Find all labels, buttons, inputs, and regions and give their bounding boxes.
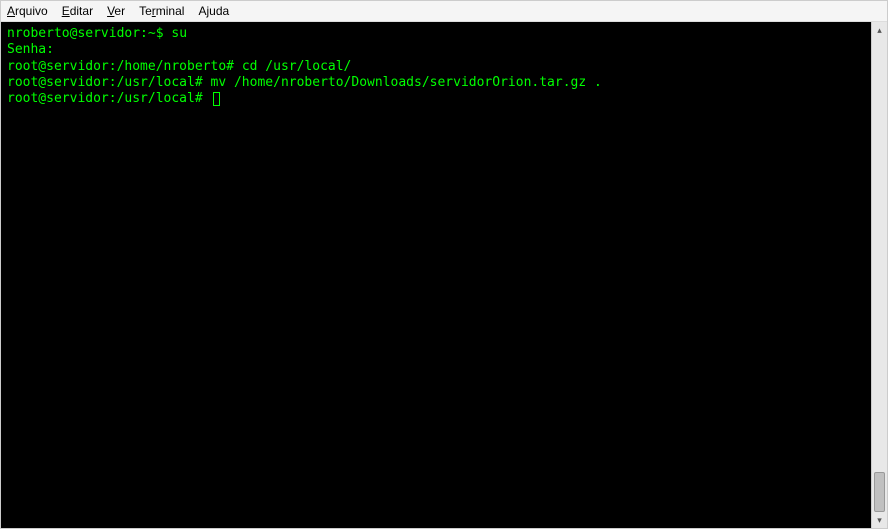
scroll-down-icon[interactable]: ▾ <box>874 514 886 526</box>
menu-terminal[interactable]: Terminal <box>139 4 184 18</box>
prompt: Senha: <box>7 42 54 57</box>
menu-label: rquivo <box>15 4 48 18</box>
scroll-thumb[interactable] <box>874 472 885 512</box>
prompt: root@servidor:/usr/local# <box>7 75 211 90</box>
menu-hotkey: A <box>7 4 15 18</box>
command: cd /usr/local/ <box>242 59 352 74</box>
scroll-track[interactable] <box>872 36 887 514</box>
terminal-line: root@servidor:/usr/local# <box>7 91 865 107</box>
menu-hotkey: E <box>62 4 70 18</box>
prompt: nroberto@servidor:~$ <box>7 26 171 41</box>
menu-label: ditar <box>70 4 93 18</box>
menu-label: er <box>114 4 125 18</box>
menu-label-post: minal <box>156 4 185 18</box>
terminal-line: nroberto@servidor:~$ su <box>7 26 865 42</box>
terminal-line: root@servidor:/usr/local# mv /home/nrobe… <box>7 75 865 91</box>
menu-arquivo[interactable]: Arquivo <box>7 4 48 18</box>
cursor-icon <box>213 92 220 106</box>
menu-ver[interactable]: Ver <box>107 4 125 18</box>
scroll-up-icon[interactable]: ▴ <box>874 24 886 36</box>
menu-label-pre: Te <box>139 4 152 18</box>
menu-ajuda[interactable]: Ajuda <box>198 4 229 18</box>
menubar: Arquivo Editar Ver Terminal Ajuda <box>1 1 887 22</box>
scrollbar[interactable]: ▴ ▾ <box>871 22 887 528</box>
terminal-line: root@servidor:/home/nroberto# cd /usr/lo… <box>7 59 865 75</box>
command: mv /home/nroberto/Downloads/servidorOrio… <box>211 75 602 90</box>
menu-label-post: uda <box>209 4 229 18</box>
terminal[interactable]: nroberto@servidor:~$ suSenha:root@servid… <box>1 22 871 528</box>
menu-editar[interactable]: Editar <box>62 4 93 18</box>
command: su <box>171 26 187 41</box>
prompt: root@servidor:/home/nroberto# <box>7 59 242 74</box>
terminal-wrapper: nroberto@servidor:~$ suSenha:root@servid… <box>1 22 887 528</box>
prompt: root@servidor:/usr/local# <box>7 91 211 106</box>
terminal-line: Senha: <box>7 42 865 58</box>
